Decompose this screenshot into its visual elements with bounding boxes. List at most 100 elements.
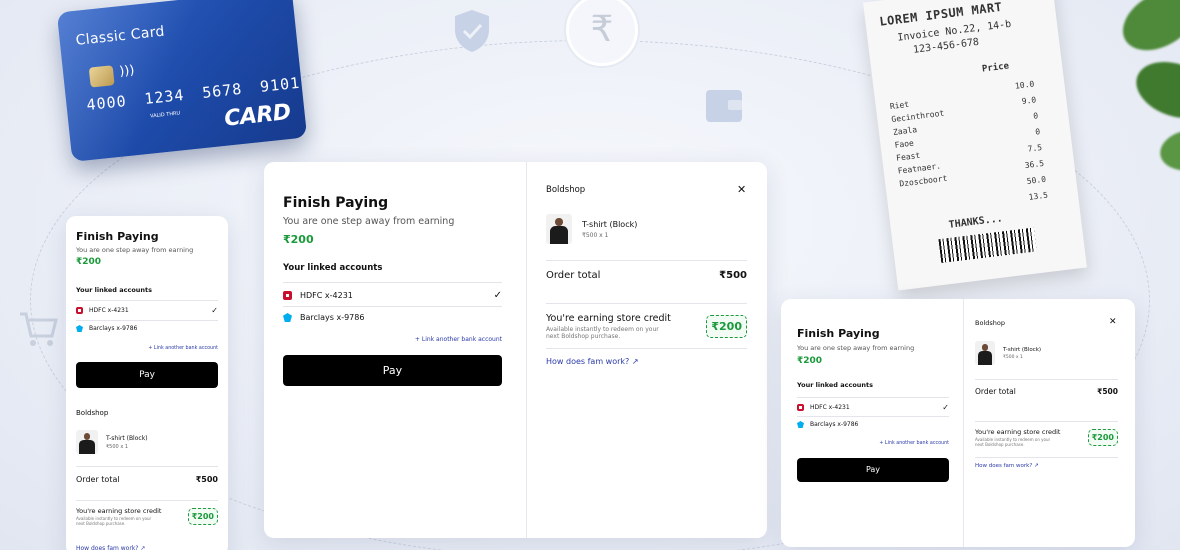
page-title: Finish Paying — [283, 195, 389, 211]
product-name: T-shirt (Block) — [1003, 346, 1042, 353]
page-title: Finish Paying — [76, 230, 159, 243]
card-number: 4000 1234 5678 9101 — [85, 73, 301, 115]
order-total-label: Order total — [975, 387, 1016, 396]
barcode-icon — [938, 227, 1037, 264]
account-name: Barclays x-9786 — [300, 313, 365, 322]
subtitle: You are one step away from earning — [283, 216, 455, 227]
hdfc-logo-icon — [797, 404, 804, 411]
receipt-items: Riet Gecinthroot Zaala Faoe Feast Featna… — [889, 94, 953, 191]
cart-icon — [20, 312, 58, 346]
receipt-illustration: LOREM IPSUM MART Invoice No.22, 14-b 123… — [863, 0, 1087, 291]
card-chip-icon — [88, 65, 115, 88]
credit-badge: ₹200 — [187, 508, 218, 525]
linked-accounts-title: Your linked accounts — [283, 263, 383, 273]
link-another-account[interactable]: + Link another bank account — [76, 346, 218, 351]
tablet-checkout-panel: Finish Paying You are one step away from… — [781, 299, 1135, 547]
how-fam-works-link[interactable]: How does fam work? ↗ — [76, 545, 218, 550]
plant-leaf-decoration — [1123, 0, 1180, 171]
barclays-logo-icon — [76, 325, 83, 332]
barclays-logo-icon — [283, 313, 292, 322]
order-total-value: ₹500 — [195, 475, 218, 484]
external-link-icon: ↗ — [140, 545, 146, 550]
credit-badge: ₹200 — [706, 315, 747, 338]
card-brand: CARD — [223, 99, 292, 132]
store-credit-row: You're earning store credit Available in… — [76, 500, 218, 526]
receipt-value: 13.5 — [1028, 190, 1049, 202]
product-name: T-shirt (Block) — [106, 434, 148, 442]
panel-divider — [526, 162, 527, 538]
merchant-name: Boldshop — [546, 185, 586, 195]
account-name: Barclays x-9786 — [89, 325, 138, 332]
credit-card-illustration: Classic Card ))) 4000 1234 5678 9101 VAL… — [56, 0, 308, 162]
credit-title: You're earning store credit — [975, 428, 1061, 436]
credit-title: You're earning store credit — [76, 507, 162, 515]
account-row-barclays[interactable]: Barclays x-9786 — [76, 320, 218, 332]
account-row-barclays[interactable]: Barclays x-9786 — [283, 306, 502, 322]
product-image — [76, 430, 98, 454]
external-link-icon: ↗ — [1034, 463, 1039, 469]
product-meta: ₹500 x 1 — [106, 443, 129, 450]
pay-button[interactable]: Pay — [797, 458, 949, 482]
receipt-thanks: THANKS... — [948, 213, 1004, 231]
merchant-name: Boldshop — [975, 319, 1005, 327]
credit-desc: Available instantly to redeem on your ne… — [546, 326, 659, 340]
account-name: HDFC x-4231 — [300, 291, 353, 300]
account-row-barclays[interactable]: Barclays x-9786 — [797, 416, 949, 428]
pay-button[interactable]: Pay — [76, 362, 218, 388]
account-name: Barclays x-9786 — [810, 421, 859, 428]
divider — [546, 348, 747, 349]
mobile-checkout-panel: Finish Paying You are one step away from… — [66, 216, 228, 550]
earn-amount: ₹200 — [283, 233, 314, 246]
pay-button[interactable]: Pay — [283, 355, 502, 386]
link-another-account[interactable]: + Link another bank account — [797, 441, 949, 446]
shield-check-icon — [455, 10, 489, 52]
how-fam-works-link[interactable]: How does fam work? ↗ — [546, 357, 639, 366]
panel-divider — [963, 299, 964, 547]
account-row-hdfc[interactable]: HDFC x-4231 ✓ — [797, 397, 949, 412]
store-credit-row: You're earning store credit Available in… — [546, 303, 747, 340]
order-total-row: Order total ₹500 — [546, 260, 747, 281]
contactless-icon: ))) — [118, 62, 136, 80]
order-total-label: Order total — [546, 270, 601, 281]
product-name: T-shirt (Block) — [582, 219, 638, 229]
earn-amount: ₹200 — [76, 257, 102, 267]
close-icon[interactable]: ✕ — [737, 183, 746, 196]
card-title: Classic Card — [75, 23, 166, 49]
close-icon[interactable]: ✕ — [1109, 317, 1117, 327]
receipt-price-header: Price — [981, 61, 1010, 75]
product-meta: ₹500 x 1 — [1003, 354, 1023, 360]
receipt-values: 10.0 9.0 0 0 7.5 36.5 50.0 13.5 — [994, 76, 1049, 208]
product-meta: ₹500 x 1 — [582, 231, 609, 239]
check-icon: ✓ — [211, 306, 218, 315]
external-link-icon: ↗ — [631, 357, 639, 366]
divider — [975, 457, 1118, 458]
order-total-label: Order total — [76, 475, 120, 484]
page-title: Finish Paying — [797, 327, 880, 340]
account-row-hdfc[interactable]: HDFC x-4231 ✓ — [283, 282, 502, 301]
credit-title: You're earning store credit — [546, 313, 671, 324]
link-another-account[interactable]: + Link another bank account — [283, 336, 502, 343]
account-name: HDFC x-4231 — [810, 404, 850, 411]
how-link-text: How does fam work? — [76, 545, 139, 550]
check-icon: ✓ — [493, 290, 502, 301]
store-credit-row: You're earning store credit Available in… — [975, 421, 1118, 447]
linked-accounts-title: Your linked accounts — [797, 381, 874, 389]
wallet-icon — [706, 90, 742, 122]
how-link-text: How does fam work? — [975, 463, 1033, 469]
product-image — [975, 341, 995, 365]
credit-desc: Available instantly to redeem on your ne… — [975, 437, 1051, 447]
order-total-value: ₹500 — [719, 270, 747, 281]
how-link-text: How does fam work? — [546, 357, 630, 366]
account-name: HDFC x-4231 — [89, 307, 129, 314]
subtitle: You are one step away from earning — [76, 246, 194, 254]
order-total-row: Order total ₹500 — [975, 379, 1118, 396]
desktop-checkout-panel: Finish Paying You are one step away from… — [264, 162, 767, 538]
how-fam-works-link[interactable]: How does fam work? ↗ — [975, 463, 1039, 469]
subtitle: You are one step away from earning — [797, 344, 915, 352]
earn-amount: ₹200 — [797, 356, 823, 366]
order-total-row: Order total ₹500 — [76, 466, 218, 484]
check-icon: ✓ — [942, 403, 949, 412]
account-row-hdfc[interactable]: HDFC x-4231 ✓ — [76, 300, 218, 315]
linked-accounts-title: Your linked accounts — [76, 286, 153, 294]
hdfc-logo-icon — [283, 291, 292, 300]
